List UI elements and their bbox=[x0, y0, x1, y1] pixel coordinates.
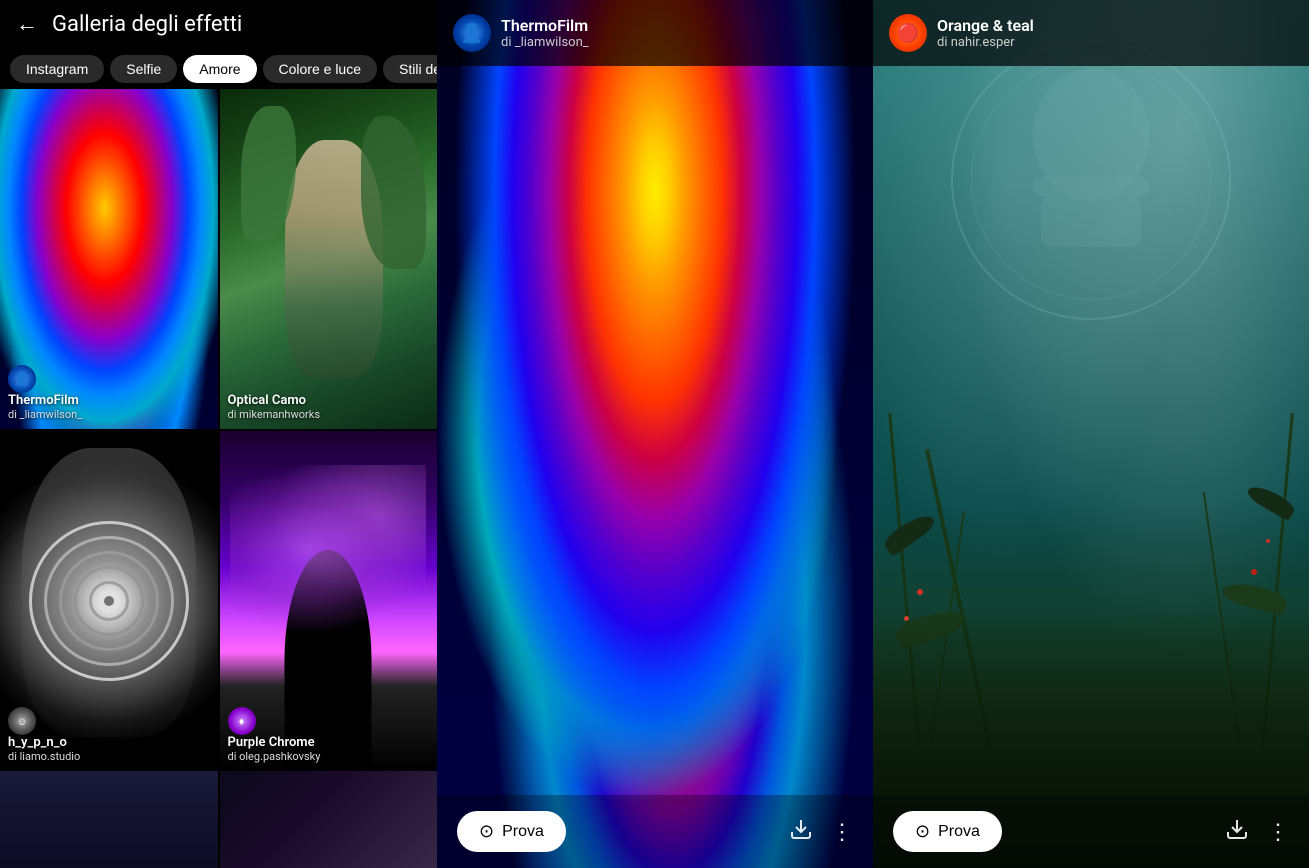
grid-item-thermofilm[interactable]: 👤 ThermoFilm di _liamwilson_ bbox=[0, 89, 218, 429]
middle-bottom-icons: ⋮ bbox=[789, 817, 853, 847]
avatar-thermofilm: 👤 bbox=[8, 365, 36, 393]
right-bottom-bar: ⊙ Prova ⋮ bbox=[873, 795, 1309, 868]
download-button[interactable] bbox=[789, 817, 813, 847]
middle-panel: 👤 ThermoFilm di _liamwilson_ ⊙ Prova ⋮ bbox=[437, 0, 873, 868]
tab-colore[interactable]: Colore e luce bbox=[263, 55, 378, 83]
right-effect-avatar: 🔴 bbox=[889, 14, 927, 52]
right-effect-info: Orange & teal di nahir.esper bbox=[937, 16, 1034, 50]
right-effect-title: Orange & teal bbox=[937, 16, 1034, 35]
tab-amore[interactable]: Amore bbox=[183, 55, 256, 83]
middle-effect-avatar: 👤 bbox=[453, 14, 491, 52]
middle-effect-info: ThermoFilm di _liamwilson_ bbox=[501, 16, 589, 50]
middle-effect-author: di _liamwilson_ bbox=[501, 35, 589, 50]
tab-selfie[interactable]: Selfie bbox=[110, 55, 177, 83]
more-button[interactable]: ⋮ bbox=[831, 819, 853, 845]
middle-bottom-bar: ⊙ Prova ⋮ bbox=[437, 795, 873, 868]
effect-author-opticalcamo: di mikemanhworks bbox=[228, 408, 321, 421]
cell-label-hypno: ☺ h_y_p_n_o di liamo.studio bbox=[8, 707, 80, 763]
left-panel: ← Galleria degli effetti Instagram Selfi… bbox=[0, 0, 437, 868]
right-prova-button[interactable]: ⊙ Prova bbox=[893, 811, 1002, 852]
tab-stili[interactable]: Stili della bbox=[383, 55, 437, 83]
grid-item-purplechrome[interactable]: ♦ Purple Chrome di oleg.pashkovsky bbox=[220, 431, 438, 771]
effects-grid: 👤 ThermoFilm di _liamwilson_ bbox=[0, 89, 437, 868]
grid-item-hypno[interactable]: ☺ h_y_p_n_o di liamo.studio bbox=[0, 431, 218, 771]
middle-effect-title: ThermoFilm bbox=[501, 16, 589, 35]
tab-instagram[interactable]: Instagram bbox=[10, 55, 104, 83]
middle-effect-preview bbox=[437, 0, 873, 868]
grid-item-opticalcamo[interactable]: Optical Camo di mikemanhworks bbox=[220, 89, 438, 429]
right-panel: 🔴 Orange & teal di nahir.esper bbox=[873, 0, 1309, 868]
effect-name-hypno: h_y_p_n_o bbox=[8, 735, 80, 750]
tabs-bar: Instagram Selfie Amore Colore e luce Sti… bbox=[0, 49, 437, 89]
middle-effect-header: 👤 ThermoFilm di _liamwilson_ bbox=[437, 0, 873, 66]
right-effect-header: 🔴 Orange & teal di nahir.esper bbox=[873, 0, 1309, 66]
header: ← Galleria degli effetti bbox=[0, 0, 437, 49]
cell-label-opticalcamo: Optical Camo di mikemanhworks bbox=[228, 393, 321, 421]
grid-item-extra2[interactable] bbox=[220, 771, 438, 868]
right-bottom-icons: ⋮ bbox=[1225, 817, 1289, 847]
grid: 👤 ThermoFilm di _liamwilson_ bbox=[0, 89, 437, 771]
right-effect-author: di nahir.esper bbox=[937, 35, 1034, 50]
bottom-row bbox=[0, 771, 437, 868]
right-effect-preview bbox=[873, 0, 1309, 868]
avatar-purplechrome: ♦ bbox=[228, 707, 256, 735]
right-camera-icon: ⊙ bbox=[915, 821, 930, 842]
grid-item-extra1[interactable] bbox=[0, 771, 218, 868]
effect-name-purplechrome: Purple Chrome bbox=[228, 735, 321, 750]
thermal-person-overlay bbox=[437, 0, 873, 868]
middle-prova-button[interactable]: ⊙ Prova bbox=[457, 811, 566, 852]
cell-label-purplechrome: ♦ Purple Chrome di oleg.pashkovsky bbox=[228, 707, 321, 763]
effect-author-thermofilm: di _liamwilson_ bbox=[8, 408, 82, 421]
plant-layer bbox=[873, 0, 1309, 868]
effect-name-thermofilm: ThermoFilm bbox=[8, 393, 82, 408]
right-prova-label: Prova bbox=[938, 823, 980, 841]
camera-icon: ⊙ bbox=[479, 821, 494, 842]
avatar-hypno: ☺ bbox=[8, 707, 36, 735]
back-button[interactable]: ← bbox=[16, 14, 38, 36]
effect-name-opticalcamo: Optical Camo bbox=[228, 393, 321, 408]
effect-author-hypno: di liamo.studio bbox=[8, 750, 80, 763]
cell-label-thermofilm: 👤 ThermoFilm di _liamwilson_ bbox=[8, 365, 82, 421]
prova-label: Prova bbox=[502, 823, 544, 841]
effect-author-purplechrome: di oleg.pashkovsky bbox=[228, 750, 321, 763]
right-more-button[interactable]: ⋮ bbox=[1267, 819, 1289, 845]
page-title: Galleria degli effetti bbox=[52, 12, 242, 37]
right-download-button[interactable] bbox=[1225, 817, 1249, 847]
